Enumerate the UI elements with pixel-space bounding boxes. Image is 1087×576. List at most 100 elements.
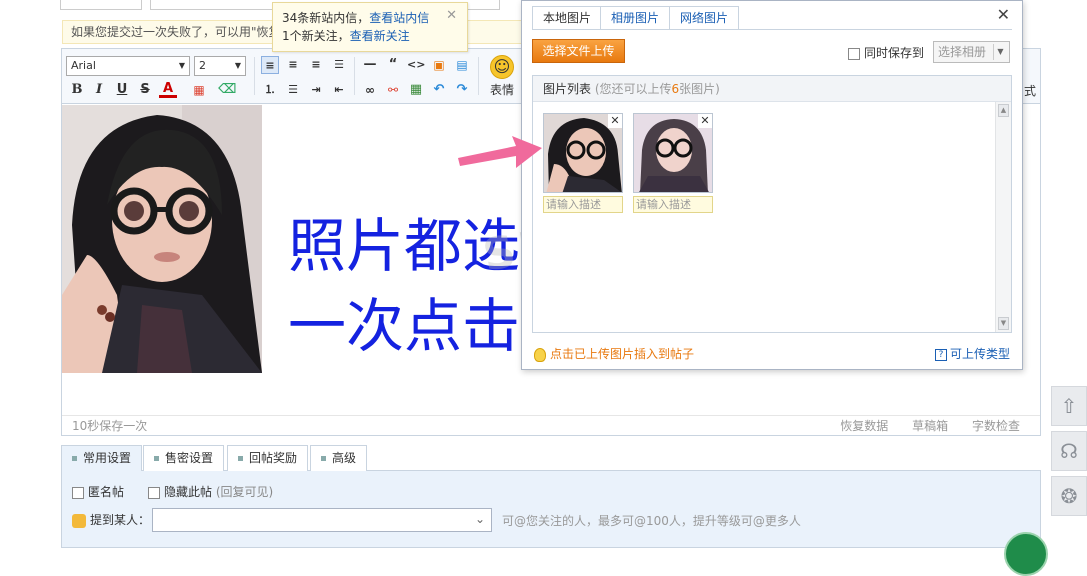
- toolbar-divider: [254, 57, 255, 95]
- align-right-icon[interactable]: ≡: [307, 56, 325, 74]
- font-size-select[interactable]: 2 ▼: [194, 56, 246, 76]
- tab-web-images[interactable]: 网络图片: [669, 6, 740, 30]
- list-scrollbar[interactable]: ▲ ▼: [995, 102, 1011, 332]
- checkbox-icon[interactable]: [148, 486, 160, 499]
- tab-bullet-icon: [154, 456, 159, 461]
- list-item: ✕ 请输入描述: [543, 113, 623, 213]
- scroll-up-icon[interactable]: ▲: [998, 104, 1009, 117]
- outdent-icon[interactable]: ⇤: [330, 81, 348, 99]
- redo-icon[interactable]: ↷: [453, 81, 471, 99]
- image-description-input[interactable]: 请输入描述: [543, 196, 623, 213]
- bold-icon[interactable]: B: [68, 81, 86, 99]
- toolbar-overflow-label: 式: [1024, 84, 1037, 98]
- unordered-list-icon[interactable]: ☰: [284, 81, 302, 99]
- view-followers-link[interactable]: 查看新关注: [350, 29, 410, 43]
- tab-bullet-icon: [321, 456, 326, 461]
- image-list-panel: 图片列表 (您还可以上传6张图片) ✕ 请输入描述 ✕ 请输入描述 ▲ ▼: [532, 75, 1012, 333]
- mention-label: 提到某人：: [72, 511, 150, 528]
- eraser-icon[interactable]: ⌫: [218, 81, 236, 99]
- highlight-color-icon[interactable]: ▦: [190, 81, 208, 99]
- hide-post-option[interactable]: 隐藏此帖 (回复可见): [148, 483, 273, 500]
- select-file-upload-button[interactable]: 选择文件上传: [532, 39, 625, 63]
- scroll-down-icon[interactable]: ▼: [998, 317, 1009, 330]
- underline-icon[interactable]: U: [113, 81, 131, 99]
- close-icon[interactable]: ✕: [446, 7, 457, 25]
- anonymous-option[interactable]: 匿名帖: [72, 483, 124, 500]
- double-chevron-down-icon[interactable]: ⌄: [475, 512, 485, 526]
- pink-arrow-annotation: [458, 136, 542, 168]
- horizontal-rule-icon[interactable]: —: [361, 56, 379, 74]
- remove-image-icon[interactable]: ✕: [608, 114, 622, 128]
- uploaded-thumbnail[interactable]: ✕: [543, 113, 623, 193]
- checkbox-icon[interactable]: [848, 47, 860, 60]
- post-settings-panel: 匿名帖 隐藏此帖 (回复可见) 提到某人： ⌄ 可@您关注的人，最多可@100人…: [61, 471, 1041, 548]
- ordered-list-icon[interactable]: ⒈: [261, 81, 279, 99]
- view-messages-link[interactable]: 查看站内信: [369, 11, 429, 25]
- mention-hint: 可@您关注的人，最多可@100人，提升等级可@更多人: [502, 514, 801, 528]
- restore-data-link[interactable]: 恢复数据: [840, 419, 888, 433]
- italic-icon[interactable]: I: [90, 81, 108, 99]
- drafts-link[interactable]: 草稿箱: [912, 419, 948, 433]
- align-center-icon[interactable]: ≡: [284, 56, 302, 74]
- album-select[interactable]: 选择相册 ▼: [933, 41, 1010, 63]
- list-item: ✕ 请输入描述: [633, 113, 713, 213]
- back-to-top-button[interactable]: ⇧: [1051, 386, 1087, 426]
- post-settings-tabs: 常用设置 售密设置 回帖奖励 高级: [61, 445, 1041, 471]
- indent-icon[interactable]: ⇥: [307, 81, 325, 99]
- tab-sell-settings[interactable]: 售密设置: [143, 445, 225, 471]
- table-icon[interactable]: ▦: [407, 81, 425, 99]
- align-left-icon[interactable]: ≡: [261, 56, 279, 74]
- font-family-select[interactable]: Arial ▼: [66, 56, 190, 76]
- mention-icon: [72, 513, 86, 528]
- inserted-photo: [62, 105, 262, 373]
- editor-footer: 10秒保存一次 恢复数据 草稿箱 字数检查: [62, 415, 1040, 435]
- font-color-icon[interactable]: A: [159, 81, 177, 98]
- category-field[interactable]: [60, 0, 142, 10]
- floating-action-ball[interactable]: [1004, 532, 1048, 576]
- align-justify-icon[interactable]: ☰: [330, 56, 348, 74]
- code-icon[interactable]: <>: [407, 56, 425, 74]
- unlink-icon[interactable]: ⚯: [384, 81, 402, 99]
- image-list-header: 图片列表 (您还可以上传6张图片): [533, 76, 1011, 102]
- tab-album-images[interactable]: 相册图片: [600, 6, 671, 30]
- arrow-up-icon: ⇧: [1060, 394, 1078, 418]
- mention-input[interactable]: ⌄: [152, 508, 492, 532]
- uploaded-thumbnail[interactable]: ✕: [633, 113, 713, 193]
- customer-service-button[interactable]: ☊: [1051, 431, 1087, 471]
- chevron-down-icon: ▼: [178, 61, 185, 70]
- chevron-down-icon: ▼: [234, 61, 241, 70]
- checkbox-icon[interactable]: [72, 486, 84, 499]
- tab-advanced[interactable]: 高级: [310, 445, 368, 471]
- headset-icon: ☊: [1060, 439, 1078, 463]
- tab-divider: [532, 29, 1012, 30]
- close-icon[interactable]: ✕: [997, 5, 1010, 24]
- emoji-button[interactable]: ☺ 表情: [484, 55, 520, 97]
- link-icon[interactable]: ∞: [361, 81, 379, 99]
- toolbar-divider: [354, 57, 355, 95]
- lightbulb-icon: [534, 347, 546, 362]
- autosave-text: 10秒保存一次: [72, 419, 148, 433]
- tab-reply-reward[interactable]: 回帖奖励: [227, 445, 309, 471]
- chat-bubbles-icon: ❂: [1060, 484, 1078, 508]
- insert-uploaded-hint[interactable]: 点击已上传图片插入到帖子: [534, 345, 694, 362]
- tab-local-images[interactable]: 本地图片: [532, 6, 603, 30]
- free-content-icon[interactable]: ▣: [430, 56, 448, 74]
- image-upload-dialog: 本地图片 相册图片 网络图片 ✕ 选择文件上传 同时保存到 选择相册 ▼ 图片列表…: [521, 0, 1023, 370]
- quote-icon[interactable]: “: [384, 56, 402, 74]
- image-description-input[interactable]: 请输入描述: [633, 196, 713, 213]
- question-icon: ?: [934, 348, 947, 361]
- tab-bullet-icon: [238, 456, 243, 461]
- tab-common-settings[interactable]: 常用设置: [61, 445, 143, 471]
- overlay-caption-line2: 一次点击: [288, 292, 521, 360]
- hidden-content-icon[interactable]: ▤: [453, 56, 471, 74]
- strikethrough-icon[interactable]: S: [136, 81, 154, 99]
- remove-image-icon[interactable]: ✕: [698, 114, 712, 128]
- wechat-button[interactable]: ❂: [1051, 476, 1087, 516]
- tab-bullet-icon: [72, 456, 77, 461]
- word-check-link[interactable]: 字数检查: [972, 419, 1020, 433]
- undo-icon[interactable]: ↶: [430, 81, 448, 99]
- save-to-album-checkbox[interactable]: 同时保存到: [848, 44, 924, 61]
- upload-types-link[interactable]: ? 可上传类型: [934, 345, 1010, 362]
- chevron-down-icon: ▼: [993, 44, 1007, 60]
- toolbar-divider: [478, 57, 479, 95]
